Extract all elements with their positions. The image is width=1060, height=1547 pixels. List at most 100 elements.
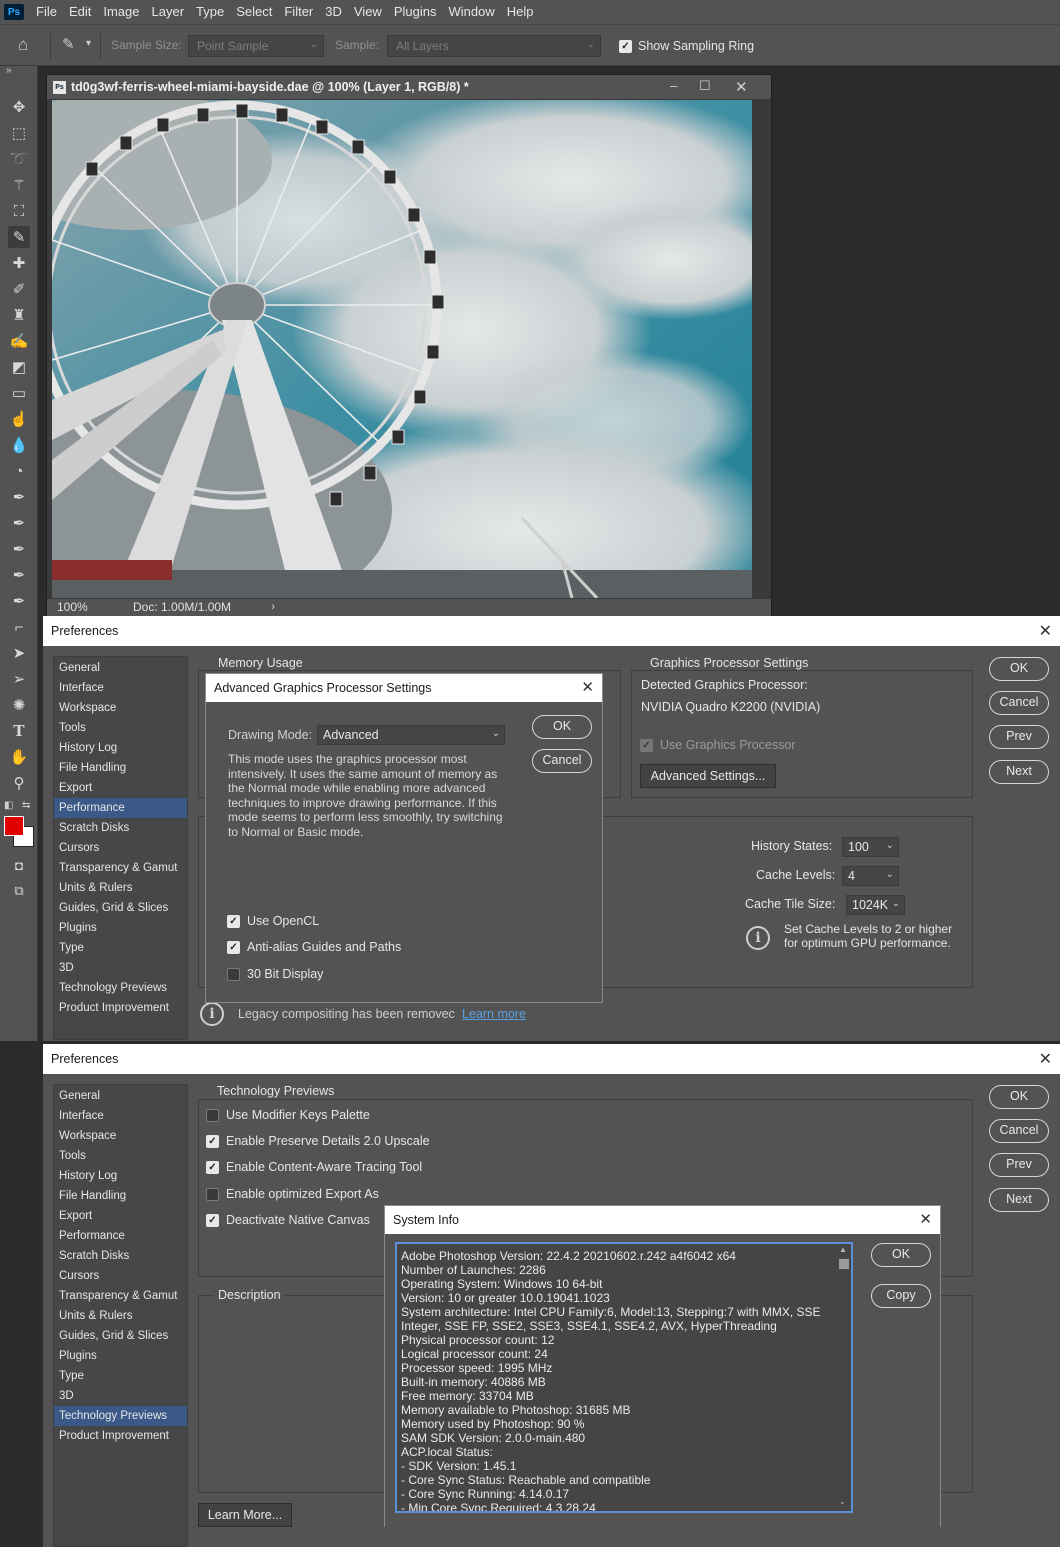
dodge-tool-icon[interactable]: ◔ [8,460,30,482]
sidebar-item-interface[interactable]: Interface [54,678,187,698]
convert-point-tool-icon[interactable]: ⌐ [8,616,30,638]
cancel-button[interactable]: Cancel [989,1119,1049,1143]
sidebar-item-tools[interactable]: Tools [54,718,187,738]
menu-type[interactable]: Type [190,0,230,24]
zoom-tool-icon[interactable]: ⚲ [8,772,30,794]
history-brush-tool-icon[interactable]: ✍ [8,330,30,352]
sidebar-item-type[interactable]: Type [54,938,187,958]
show-sampling-ring-checkbox[interactable]: ✓ Show Sampling Ring [619,39,754,53]
sidebar-item-transparency-gamut[interactable]: Transparency & Gamut [54,1286,187,1306]
sidebar-item-scratch-disks[interactable]: Scratch Disks [54,818,187,838]
path-selection-tool-icon[interactable]: ➤ [8,642,30,664]
pen-tool-icon[interactable]: ✒ [8,486,30,508]
scrollbar-thumb[interactable] [839,1259,849,1269]
eraser-tool-icon[interactable]: ◩ [8,356,30,378]
expand-panel-icon[interactable]: » [6,65,12,76]
close-icon[interactable]: ✕ [1039,621,1052,641]
menu-layer[interactable]: Layer [146,0,191,24]
sidebar-item-cursors[interactable]: Cursors [54,838,187,858]
smudge-tool-icon[interactable]: ☝ [8,408,30,430]
chevron-down-icon[interactable]: ▾ [86,38,91,49]
sidebar-item-general[interactable]: General [54,658,187,678]
menu-image[interactable]: Image [97,0,145,24]
modifier-keys-palette-checkbox[interactable]: ✓ Use Modifier Keys Palette [206,1108,370,1122]
drawing-mode-select[interactable]: Advanced ⌄ [317,725,505,745]
custom-shape-tool-icon[interactable]: ✺ [8,694,30,716]
cache-tile-size-select[interactable]: 1024K ⌄ [846,895,905,915]
sidebar-item-workspace[interactable]: Workspace [54,698,187,718]
zoom-level[interactable]: 100% [57,600,88,614]
sidebar-item-product-improvement[interactable]: Product Improvement [54,998,187,1018]
type-tool-icon[interactable]: T [8,720,30,742]
sidebar-item-file-handling[interactable]: File Handling [54,1186,187,1206]
sidebar-item-type[interactable]: Type [54,1366,187,1386]
sidebar-item-file-handling[interactable]: File Handling [54,758,187,778]
marquee-tool-icon[interactable]: ⬚ [8,122,30,144]
sidebar-item-technology-previews[interactable]: Technology Previews [54,978,187,998]
next-button[interactable]: Next [989,760,1049,784]
menu-file[interactable]: File [30,0,63,24]
chevron-down-icon[interactable]: ⌄ [886,840,894,851]
use-gpu-checkbox[interactable]: ✓ Use Graphics Processor [640,738,795,752]
sidebar-item-general[interactable]: General [54,1086,187,1106]
delete-anchor-tool-icon[interactable]: ✒ [8,590,30,612]
learn-more-button[interactable]: Learn More... [198,1503,292,1527]
eyedropper-preset-icon[interactable]: ✎ [62,35,75,53]
anti-alias-checkbox[interactable]: ✓ Anti-alias Guides and Paths [227,940,401,954]
freeform-pen-tool-icon[interactable]: ✒ [8,512,30,534]
deactivate-native-canvas-checkbox[interactable]: ✓ Deactivate Native Canvas [206,1213,370,1227]
sidebar-item-3d[interactable]: 3D [54,1386,187,1406]
document-titlebar[interactable]: Ps td0g3wf-ferris-wheel-miami-bayside.da… [47,75,771,99]
ok-button[interactable]: OK [989,657,1049,681]
use-opencl-checkbox[interactable]: ✓ Use OpenCL [227,914,319,928]
close-icon[interactable]: ✕ [735,78,748,96]
scrollbar[interactable]: ▲ ⌄ [838,1245,850,1509]
sample-select[interactable]: All Layers ⌄ [387,35,601,57]
sidebar-item-export[interactable]: Export [54,1206,187,1226]
sidebar-item-tools[interactable]: Tools [54,1146,187,1166]
sidebar-item-interface[interactable]: Interface [54,1106,187,1126]
cache-levels-field[interactable]: 4 ⌄ [842,866,899,886]
quick-mask-icon[interactable]: ◘ [8,854,30,876]
content-aware-tracing-checkbox[interactable]: ✓ Enable Content-Aware Tracing Tool [206,1160,422,1174]
preserve-details-checkbox[interactable]: ✓ Enable Preserve Details 2.0 Upscale [206,1134,430,1148]
menu-help[interactable]: Help [501,0,540,24]
eyedropper-tool-icon[interactable]: ✎ [8,226,30,248]
minimize-icon[interactable]: – [670,78,677,93]
crop-tool-icon[interactable]: ⛶ [8,200,30,222]
magic-wand-tool-icon[interactable]: ⚚ [8,174,30,196]
close-icon[interactable]: ✕ [919,1210,932,1228]
screen-mode-icon[interactable]: ⧉ [8,880,30,902]
direct-selection-tool-icon[interactable]: ➢ [8,668,30,690]
healing-brush-tool-icon[interactable]: ✚ [8,252,30,274]
sidebar-item-scratch-disks[interactable]: Scratch Disks [54,1246,187,1266]
document-canvas[interactable] [52,100,752,598]
sidebar-item-plugins[interactable]: Plugins [54,1346,187,1366]
brush-tool-icon[interactable]: ✐ [8,278,30,300]
home-icon[interactable]: ⌂ [18,35,28,55]
history-states-field[interactable]: 100 ⌄ [842,837,899,857]
sidebar-item-guides-grid-slices[interactable]: Guides, Grid & Slices [54,898,187,918]
swap-colors-icon[interactable]: ⇆ [22,800,30,811]
optimized-export-checkbox[interactable]: ✓ Enable optimized Export As [206,1187,379,1201]
sidebar-item-transparency-gamut[interactable]: Transparency & Gamut [54,858,187,878]
sidebar-item-plugins[interactable]: Plugins [54,918,187,938]
scroll-down-icon[interactable]: ⌄ [839,1497,846,1506]
scroll-up-icon[interactable]: ▲ [839,1245,847,1254]
cancel-button[interactable]: Cancel [989,691,1049,715]
system-info-textarea[interactable]: Adobe Photoshop Version: 22.4.2 20210602… [395,1242,853,1513]
cancel-button[interactable]: Cancel [532,749,592,773]
status-menu-arrow-icon[interactable]: › [271,599,275,613]
ok-button[interactable]: OK [989,1085,1049,1109]
sidebar-item-technology-previews[interactable]: Technology Previews [54,1406,187,1426]
sidebar-item-performance[interactable]: Performance [54,1226,187,1246]
menu-filter[interactable]: Filter [278,0,319,24]
advanced-settings-button[interactable]: Advanced Settings... [640,764,776,788]
blur-tool-icon[interactable]: 💧 [8,434,30,456]
menu-select[interactable]: Select [230,0,278,24]
sidebar-item-history-log[interactable]: History Log [54,1166,187,1186]
sidebar-item-units-rulers[interactable]: Units & Rulers [54,878,187,898]
lasso-tool-icon[interactable]: ➰ [8,148,30,170]
ok-button[interactable]: OK [871,1243,931,1267]
chevron-down-icon[interactable]: ⌄ [886,869,894,880]
